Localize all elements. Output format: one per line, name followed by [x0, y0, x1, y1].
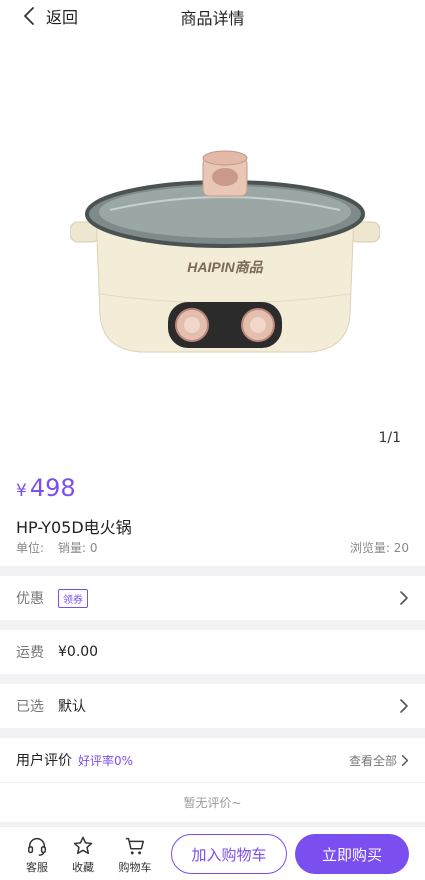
currency-symbol: ¥ — [16, 481, 27, 501]
cart-label: 购物车 — [118, 861, 152, 874]
chevron-right-icon — [400, 591, 408, 605]
no-reviews-text: 暂无评价~ — [0, 782, 425, 822]
add-to-cart-button[interactable]: 加入购物车 — [171, 834, 287, 874]
image-counter: 1/1 — [378, 430, 401, 446]
reviews-section: 用户评价 好评率0% 查看全部 暂无评价~ — [0, 738, 425, 822]
favorite-button[interactable]: 收藏 — [63, 835, 103, 875]
cart-icon — [125, 837, 144, 855]
svg-text:HAIPIN商品: HAIPIN商品 — [187, 259, 263, 275]
spec-value: 默认 — [58, 699, 86, 715]
shipping-row: 运费 ¥0.00 — [0, 630, 425, 674]
bottom-action-bar: 客服 收藏 购物车 加入购物车 立即购买 — [0, 826, 425, 880]
customer-service-label: 客服 — [26, 861, 48, 874]
product-name: HP-Y05D电火锅 — [16, 518, 132, 537]
product-price: ¥ 498 — [16, 474, 76, 502]
coupon-tag[interactable]: 领券 — [58, 588, 88, 608]
coupon-row[interactable]: 优惠 领券 — [0, 576, 425, 620]
customer-service-button[interactable]: 客服 — [17, 835, 57, 875]
buy-now-button[interactable]: 立即购买 — [295, 834, 409, 874]
coupon-label: 优惠 — [16, 591, 44, 607]
spec-label: 已选 — [16, 699, 44, 715]
product-image: HAIPIN商品 — [70, 150, 380, 353]
product-info: ¥ 498 HP-Y05D电火锅 单位: 销量: 0 浏览量: 20 — [0, 458, 425, 566]
back-label: 返回 — [46, 8, 79, 27]
view-count: 浏览量: 20 — [349, 541, 409, 555]
view-all-reviews-link[interactable]: 查看全部 — [349, 752, 409, 769]
chevron-right-icon — [401, 754, 409, 766]
product-gallery[interactable]: HAIPIN商品 1/1 — [0, 34, 425, 458]
headset-icon — [28, 838, 46, 856]
nav-bar: 返回 商品详情 — [0, 0, 425, 34]
unit-label: 单位: — [16, 541, 45, 555]
reviews-header: 用户评价 好评率0% 查看全部 — [0, 738, 425, 782]
product-meta: 单位: 销量: 0 浏览量: 20 — [16, 539, 409, 556]
shipping-value: ¥0.00 — [58, 644, 99, 660]
shipping-label: 运费 — [16, 645, 44, 661]
chevron-left-icon — [24, 7, 34, 25]
cart-button[interactable]: 购物车 — [115, 835, 155, 875]
view-all-label: 查看全部 — [348, 753, 397, 768]
back-button[interactable]: 返回 — [22, 3, 78, 29]
sales-count: 销量: 0 — [58, 541, 98, 555]
favorite-label: 收藏 — [72, 861, 94, 874]
price-value: 498 — [29, 474, 76, 502]
chevron-right-icon — [400, 699, 408, 713]
positive-rate: 好评率0% — [78, 753, 134, 768]
star-icon — [73, 836, 93, 855]
reviews-title: 用户评价 — [16, 753, 72, 769]
spec-row[interactable]: 已选 默认 — [0, 684, 425, 728]
